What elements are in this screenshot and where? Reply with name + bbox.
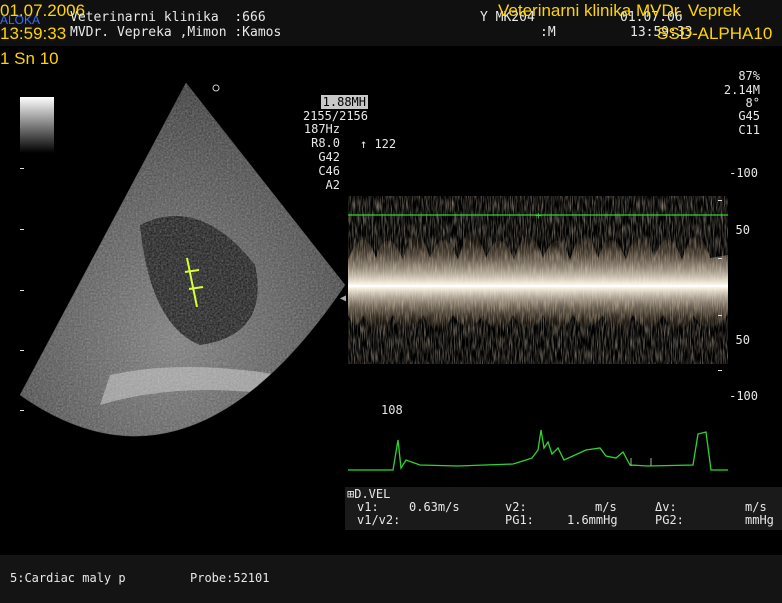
- brand-overlay: ALOKA: [0, 13, 41, 27]
- bmode-area: A2: [325, 178, 340, 192]
- clinic-title: Veterinarni klinika MVDr. Veprek: [498, 1, 741, 20]
- dv-unit: m/s: [745, 500, 767, 514]
- doppler-measurement-panel: ⊞D.VEL v1: 0.63m/s v2: m/s Δv: m/s v1/v2…: [345, 487, 782, 530]
- doppler-power: 87%: [738, 69, 760, 83]
- scale-label-bottom: -100: [729, 389, 758, 403]
- doppler-angle: 8°: [745, 96, 760, 110]
- v1-value: 0.63m/s: [409, 500, 460, 514]
- ultrasound-screen: 01.07.2006 13:59:33 ALOKA Veterinarni kl…: [0, 0, 782, 603]
- probe-id: Probe:52101: [190, 571, 270, 585]
- probe-orientation-marker: [212, 84, 220, 92]
- dvel-title: ⊞D.VEL: [347, 487, 391, 501]
- grayscale-bar: [20, 97, 54, 153]
- ecg-trace: [348, 429, 728, 471]
- v2-label: v2:: [505, 500, 527, 514]
- heart-rate: 108: [381, 403, 403, 417]
- bmode-prf: 187Hz: [303, 122, 340, 136]
- pg1-label: PG1:: [505, 513, 534, 527]
- doppler-contrast: C11: [738, 123, 760, 137]
- bmode-gain: G42: [318, 150, 340, 164]
- pg2-label: PG2:: [655, 513, 684, 527]
- pg2-unit: mmHg: [745, 513, 774, 527]
- bmode-range: R8.0: [311, 136, 340, 150]
- bmode-freq: 1.88MH: [320, 95, 368, 109]
- scale-label-upper: 50: [735, 223, 750, 237]
- svg-text:+: +: [535, 209, 542, 222]
- ratio-label: v1/v2:: [357, 513, 401, 527]
- device-name: SSD-ALPHA10: [657, 24, 773, 43]
- clinic-line: Veterinarni klinika :666: [70, 10, 266, 25]
- image-mode: 1 Sn 10: [0, 49, 59, 68]
- bmode-contrast: C46: [318, 164, 340, 178]
- pg1-value: 1.6mmHg: [567, 513, 618, 527]
- dv-label: Δv:: [655, 500, 677, 514]
- v1-label: v1:: [357, 500, 379, 514]
- scale-label-top: -100: [729, 166, 758, 180]
- doctor-line: MVDr. Vepreka ,Mimon :Kamos: [70, 25, 282, 40]
- v2-unit: m/s: [595, 500, 617, 514]
- scale-label-lower: 50: [735, 333, 750, 347]
- preset-name: 5:Cardiac maly p: [10, 571, 126, 585]
- baseline-arrow: ◀: [340, 293, 347, 304]
- doppler-spectrum: +: [348, 209, 728, 350]
- doppler-gain: G45: [738, 109, 760, 123]
- footer-bar: 5:Cardiac maly p Probe:52101: [0, 555, 782, 603]
- exam-time: 13:59:33: [0, 24, 67, 43]
- doppler-freq: 2.14M: [723, 83, 760, 97]
- patient-sex: :M: [540, 25, 556, 40]
- bmode-depth: 2155/2156: [302, 109, 368, 123]
- depth-marker: ↑ 122: [360, 137, 397, 151]
